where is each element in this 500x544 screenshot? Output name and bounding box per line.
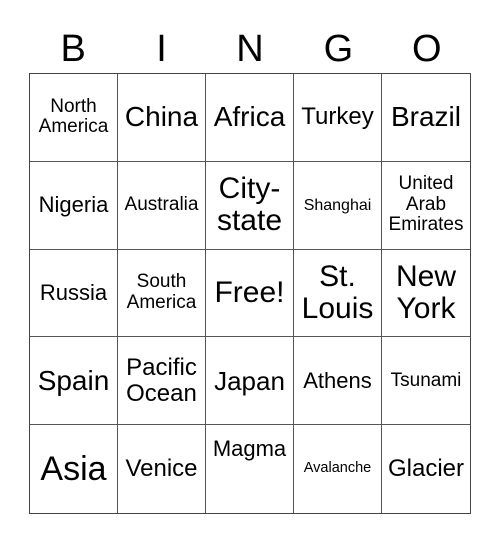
cell-text: Athens bbox=[303, 367, 372, 393]
cell-text: Africa bbox=[213, 101, 286, 133]
cell-text: Brazil bbox=[390, 101, 461, 133]
cell-text: Free! bbox=[214, 275, 285, 309]
header-letter-o: O bbox=[411, 28, 442, 70]
cell-text: Pacific Ocean bbox=[126, 353, 197, 407]
bingo-cell-free[interactable]: Free! bbox=[206, 249, 294, 338]
cell-text: China bbox=[124, 101, 199, 133]
bingo-cell[interactable]: Asia bbox=[30, 425, 118, 513]
bingo-cell[interactable]: Shanghai bbox=[294, 161, 382, 250]
cell-text: St. Louis bbox=[301, 259, 374, 325]
cell-text: United Arab Emirates bbox=[388, 173, 464, 236]
cell-text: Avalanche bbox=[303, 460, 372, 477]
bingo-cell[interactable]: Tsunami bbox=[382, 337, 470, 426]
bingo-cell[interactable]: Nigeria bbox=[30, 161, 118, 250]
cell-text: Russia bbox=[39, 280, 108, 306]
bingo-cell[interactable]: North America bbox=[30, 74, 118, 162]
cell-text: Tsunami bbox=[390, 369, 462, 391]
cell-text: Turkey bbox=[301, 103, 374, 131]
bingo-cell[interactable]: Athens bbox=[294, 337, 382, 426]
cell-text: North America bbox=[38, 95, 109, 138]
cell-text: Magma bbox=[212, 436, 287, 462]
header-letter-i: I bbox=[156, 28, 167, 70]
cell-text: Glacier bbox=[387, 455, 465, 483]
cell-text: Venice bbox=[125, 455, 198, 483]
cell-text: Japan bbox=[214, 365, 285, 396]
bingo-cell[interactable]: Pacific Ocean bbox=[118, 337, 206, 426]
cell-text: Nigeria bbox=[38, 192, 109, 218]
bingo-cell[interactable]: South America bbox=[118, 249, 206, 338]
bingo-cell[interactable]: Japan bbox=[206, 337, 294, 426]
bingo-header: B I N G O bbox=[29, 26, 471, 72]
bingo-cell[interactable]: Avalanche bbox=[294, 425, 382, 513]
cell-text: South America bbox=[126, 271, 197, 313]
bingo-cell[interactable]: Africa bbox=[206, 74, 294, 162]
bingo-card-grid: North America China Africa Turkey Brazil … bbox=[29, 73, 471, 514]
bingo-cell[interactable]: Russia bbox=[30, 249, 118, 338]
header-letter-b: B bbox=[60, 28, 86, 70]
cell-text: Australia bbox=[124, 193, 199, 215]
bingo-cell[interactable]: Magma bbox=[206, 425, 294, 513]
bingo-cell[interactable]: Glacier bbox=[382, 425, 470, 513]
bingo-cell[interactable]: Brazil bbox=[382, 74, 470, 162]
bingo-cell[interactable]: Venice bbox=[118, 425, 206, 513]
bingo-cell[interactable]: St. Louis bbox=[294, 249, 382, 338]
header-letter-g: G bbox=[323, 28, 354, 70]
cell-text: Shanghai bbox=[303, 196, 372, 214]
bingo-cell[interactable]: Australia bbox=[118, 161, 206, 250]
bingo-cell[interactable]: United Arab Emirates bbox=[382, 162, 470, 250]
header-letter-n: N bbox=[236, 28, 264, 70]
bingo-cell[interactable]: Turkey bbox=[294, 74, 382, 162]
bingo-cell[interactable]: City-state bbox=[206, 161, 294, 250]
bingo-cell[interactable]: New York bbox=[382, 250, 470, 338]
cell-text: Spain bbox=[37, 364, 110, 396]
cell-text: City-state bbox=[216, 171, 283, 238]
bingo-cell[interactable]: Spain bbox=[30, 337, 118, 426]
cell-text: New York bbox=[395, 259, 456, 325]
cell-text: Asia bbox=[40, 449, 107, 488]
bingo-cell[interactable]: China bbox=[118, 74, 206, 162]
